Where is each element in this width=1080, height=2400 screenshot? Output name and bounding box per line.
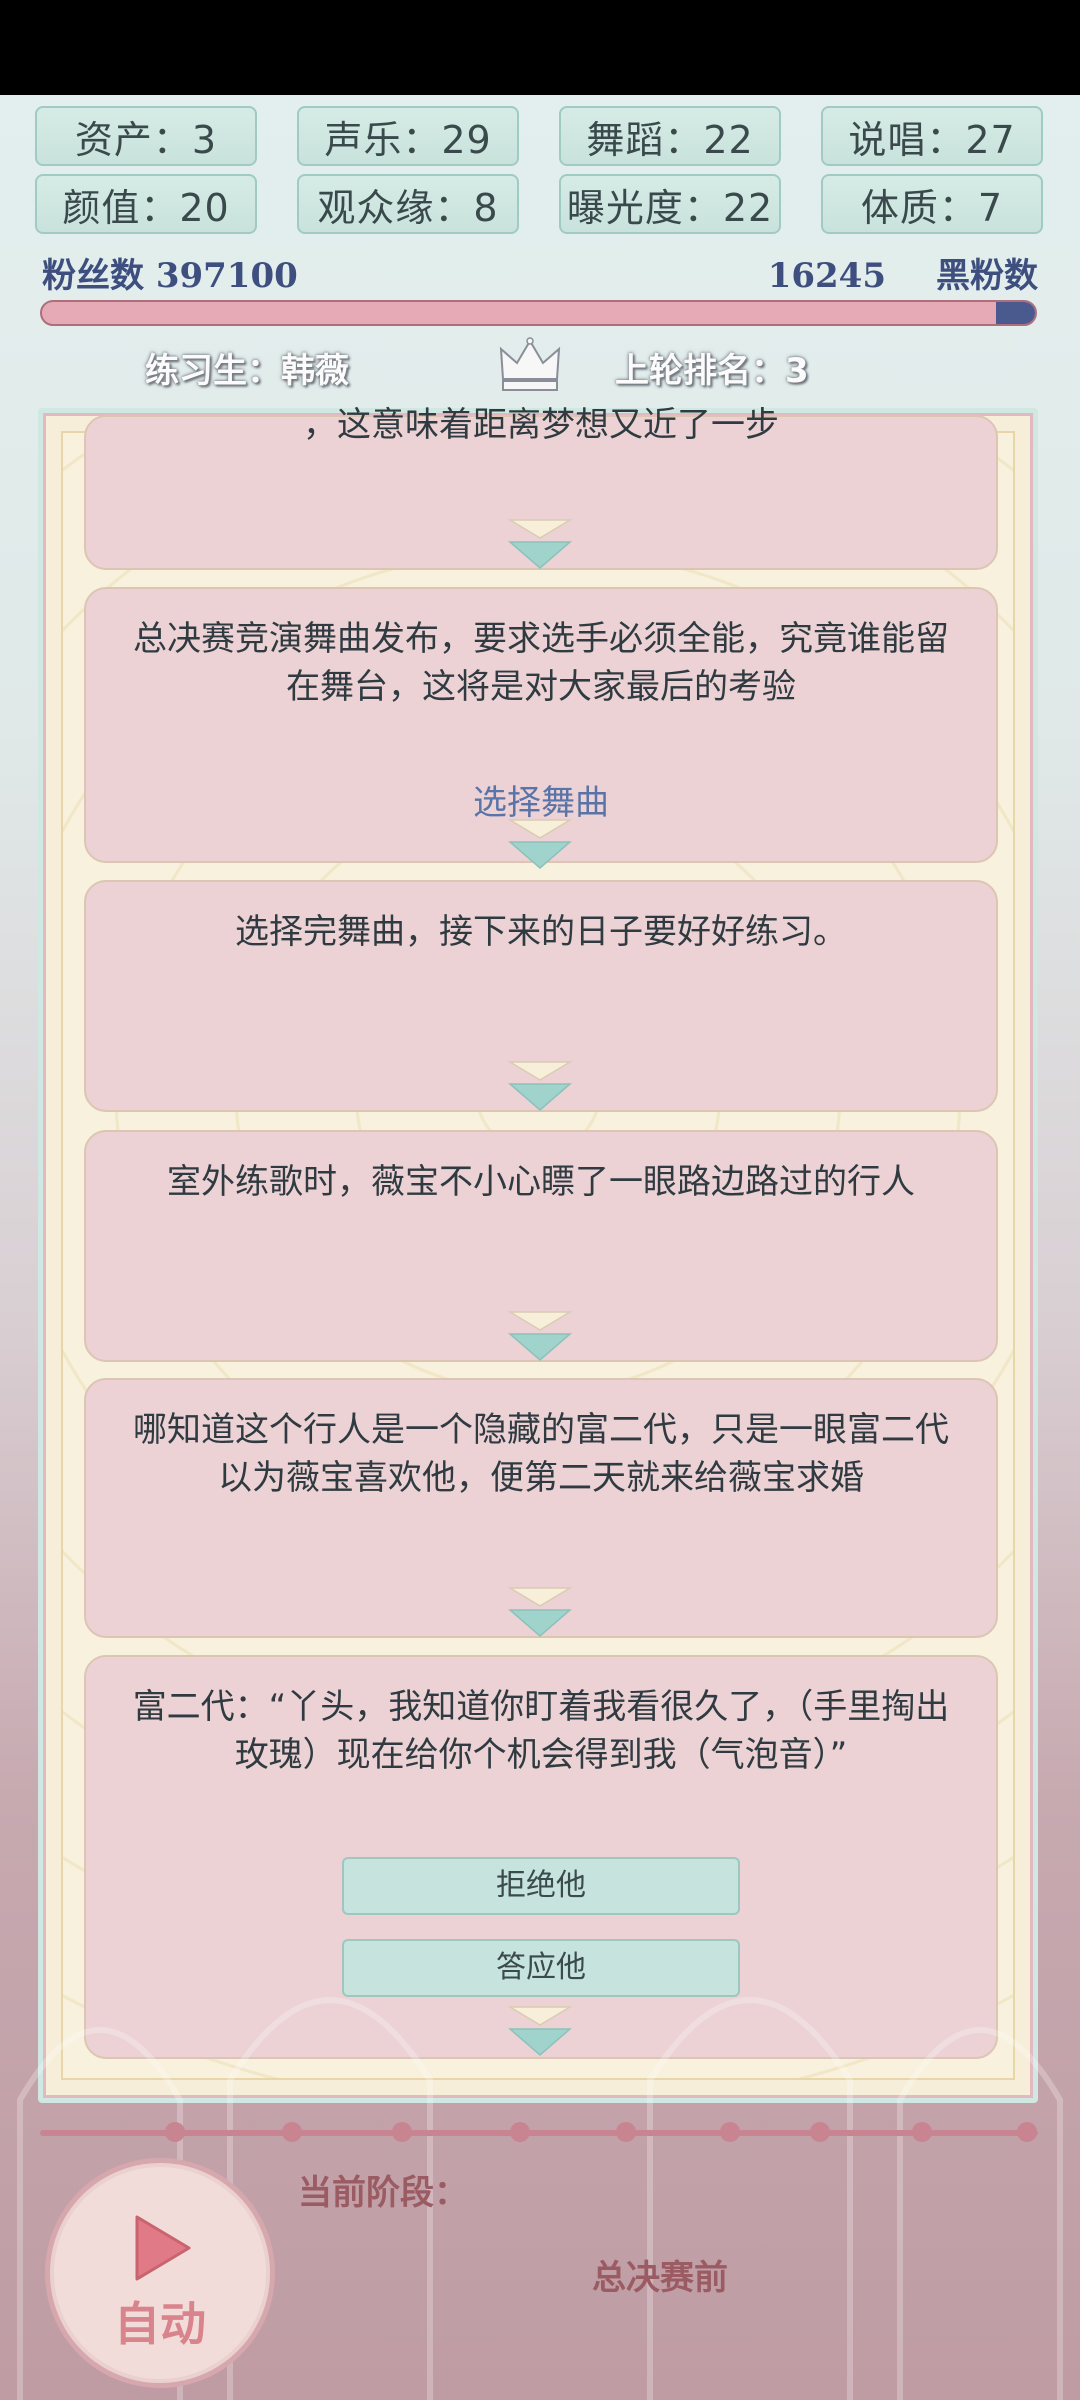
fans-count: 粉丝数 397100	[42, 256, 298, 296]
stat-dance: 舞蹈：22	[559, 106, 781, 166]
anti-fans-label: 黑粉数	[936, 256, 1038, 296]
stat-looks-text: 颜值：20	[62, 185, 230, 230]
stat-assets-text: 资产：3	[74, 117, 218, 162]
trainee-row: 练习生：韩薇 上轮排名：3	[0, 335, 1080, 395]
arrow-down-icon	[508, 1310, 572, 1362]
trainee-name: 练习生：韩薇	[145, 351, 349, 391]
reject-button[interactable]: 拒绝他	[342, 1857, 740, 1915]
story-card-text: 总决赛竞演舞曲发布，要求选手必须全能，究竟谁能留在舞台，这将是对大家最后的考验	[133, 619, 949, 707]
stat-popularity-text: 观众缘：8	[317, 185, 499, 230]
story-card-text: 富二代：“丫头，我知道你盯着我看很久了，（手里掏出玫瑰）现在给你个机会得到我（气…	[132, 1687, 950, 1775]
arrow-down-icon	[508, 818, 572, 870]
story-card-text: 哪知道这个行人是一个隐藏的富二代，只是一眼富二代以为薇宝喜欢他，便第二天就来给薇…	[133, 1410, 949, 1498]
stat-vocal: 声乐：29	[297, 106, 519, 166]
stage-dot	[165, 2122, 185, 2142]
fans-row: 粉丝数 397100 16245 黑粉数	[42, 248, 1038, 298]
stat-stamina: 体质：7	[821, 174, 1043, 234]
stage-dot	[1017, 2122, 1037, 2142]
stage-value: 总决赛前	[592, 2258, 728, 2298]
stat-exposure-text: 曝光度：22	[566, 185, 774, 230]
anti-fans-count: 16245	[767, 256, 886, 296]
arrow-down-icon	[508, 1060, 572, 1112]
stat-vocal-text: 声乐：29	[324, 117, 492, 162]
stage-dot	[392, 2122, 412, 2142]
arrow-down-icon	[508, 518, 572, 570]
arrow-down-icon	[508, 2005, 572, 2057]
stage-dot	[510, 2122, 530, 2142]
stat-rap-text: 说唱：27	[848, 117, 1016, 162]
fans-ratio-bar	[40, 300, 1037, 326]
stage-label: 当前阶段：	[298, 2173, 468, 2213]
stage-dot	[616, 2122, 636, 2142]
stage-dot	[282, 2122, 302, 2142]
stat-popularity: 观众缘：8	[297, 174, 519, 234]
stage-dot	[912, 2122, 932, 2142]
stat-exposure: 曝光度：22	[559, 174, 781, 234]
stat-looks: 颜值：20	[35, 174, 257, 234]
story-card: 富二代：“丫头，我知道你盯着我看很久了，（手里掏出玫瑰）现在给你个机会得到我（气…	[84, 1655, 998, 2059]
stat-rap: 说唱：27	[821, 106, 1043, 166]
stat-stamina-text: 体质：7	[860, 185, 1004, 230]
crown-icon	[497, 335, 563, 395]
auto-button-label: 自动	[114, 2297, 206, 2351]
stat-dance-text: 舞蹈：22	[586, 117, 754, 162]
accept-button[interactable]: 答应他	[342, 1939, 740, 1997]
last-rank: 上轮排名：3	[615, 351, 809, 391]
status-bar	[0, 0, 1080, 95]
story-card-text: 室外练歌时，薇宝不小心瞟了一眼路边路过的行人	[167, 1162, 915, 1202]
arrow-down-icon	[508, 1586, 572, 1638]
stage-dot	[810, 2122, 830, 2142]
stage-dot	[720, 2122, 740, 2142]
story-card-text: 选择完舞曲，接下来的日子要好好练习。	[235, 912, 847, 952]
play-icon	[135, 2215, 191, 2281]
stage-track	[40, 2130, 1038, 2136]
anti-fans: 16245 黑粉数	[768, 248, 1038, 297]
story-card-partial-text: ，这意味着距离梦想又近了一步	[303, 405, 779, 445]
stat-assets: 资产：3	[35, 106, 257, 166]
anti-fans-bar-fill	[996, 302, 1035, 324]
auto-button[interactable]: 自动	[45, 2158, 275, 2388]
